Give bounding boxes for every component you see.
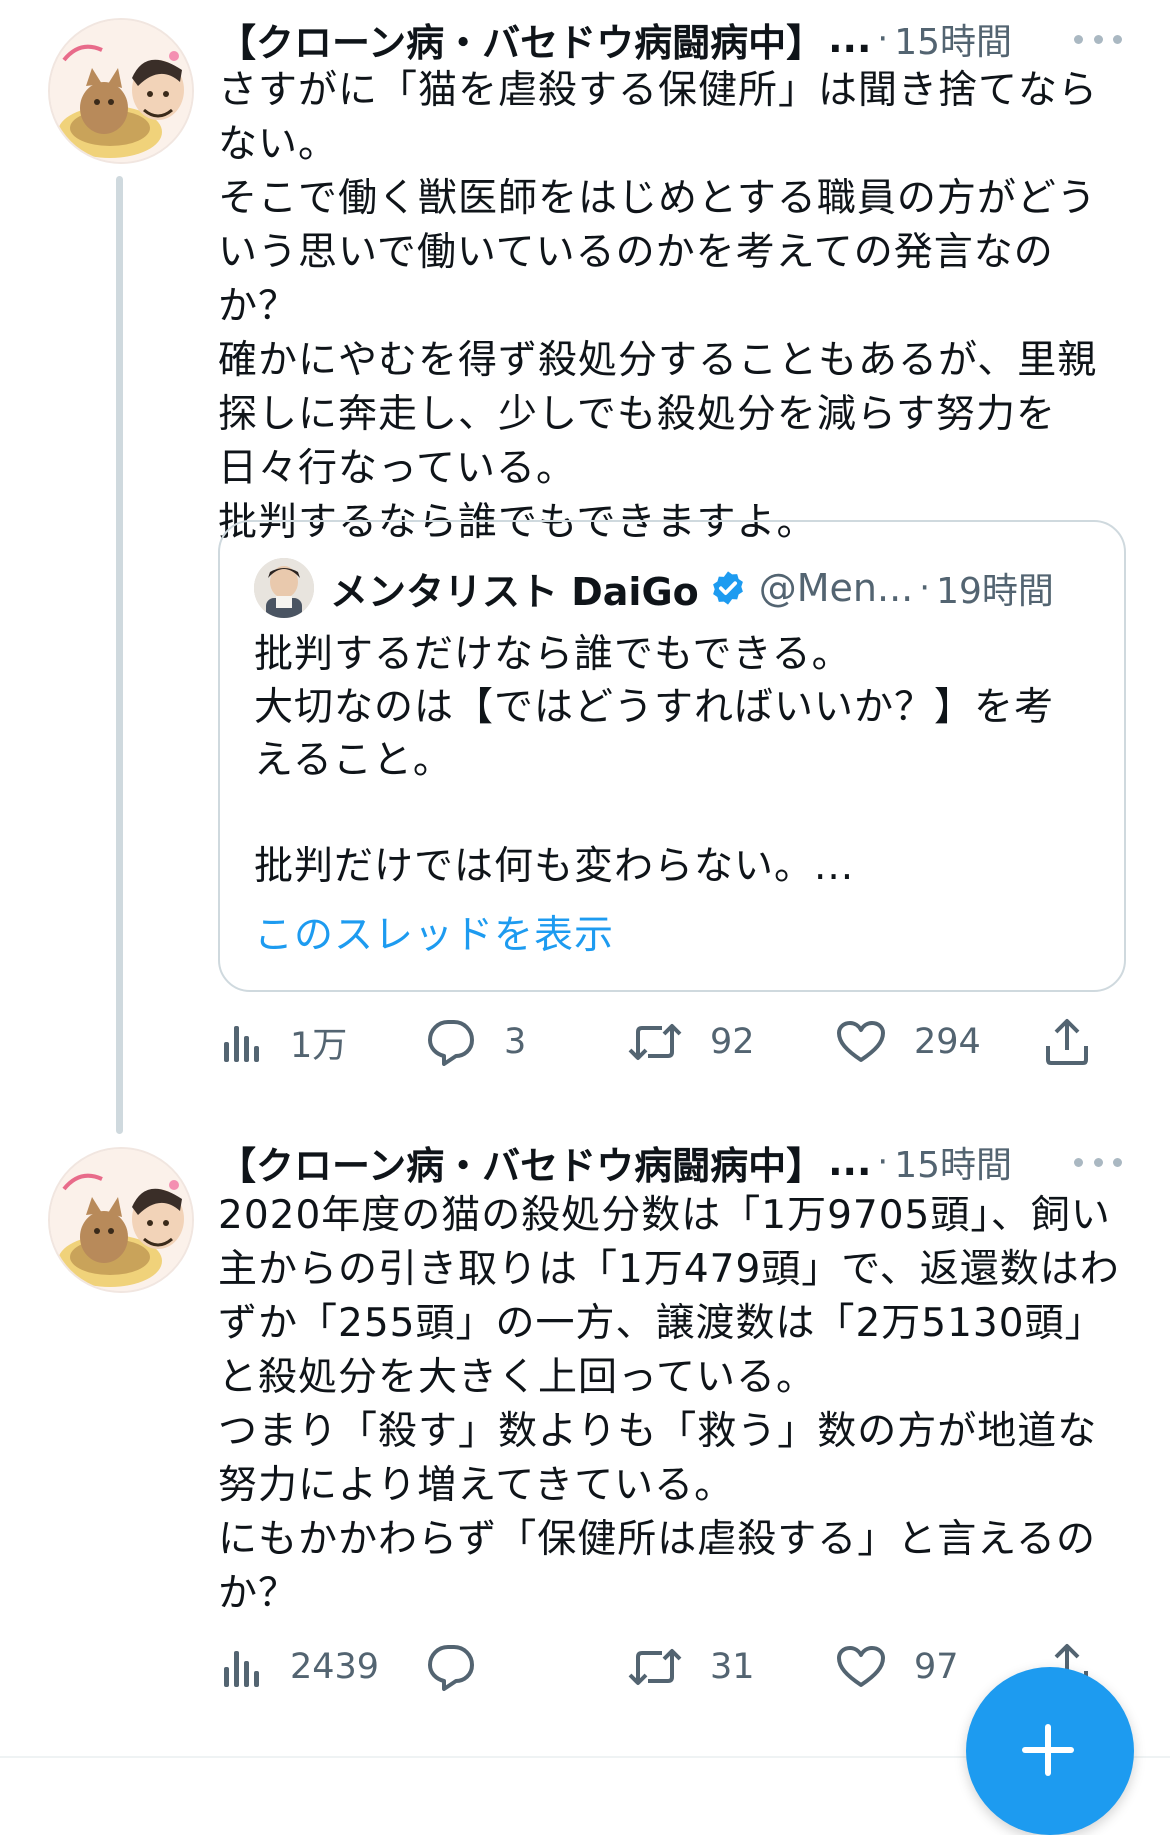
quoted-tweet-timestamp[interactable]: 19時間 [936,562,1054,614]
views-button[interactable]: 1万 [222,1012,347,1072]
like-icon [836,1645,886,1689]
compose-tweet-button[interactable] [966,1667,1134,1835]
retweet-button[interactable]: 92 [628,1012,755,1072]
share-icon [1044,1018,1090,1066]
like-count: 294 [914,1022,981,1062]
reply-button[interactable] [426,1637,504,1697]
retweet-icon [628,1645,682,1689]
share-button[interactable] [1044,1012,1090,1072]
views-icon [222,1645,262,1689]
name-ellipsis: ... [828,1140,872,1184]
tweet-paragraph: そこで働く獣医師をはじめとする職員の方がどういう思いで働いているのかを考えての発… [218,176,1097,329]
header-separator: · [877,19,889,59]
like-button[interactable]: 294 [836,1012,981,1072]
tweet-paragraph: にもかかわらず「保健所は虐殺する」と言えるのか？ [218,1517,1097,1616]
reply-button[interactable]: 3 [426,1012,526,1072]
views-button[interactable]: 2439 [222,1637,379,1697]
retweet-count: 92 [710,1022,755,1062]
quoted-tweet-text: 批判するだけなら誰でもできる。 大切なのは【ではどうすればいいか？】を考えること… [254,628,1090,893]
tweet-text: さすがに「猫を虐殺する保健所」は聞き捨てならない。 そこで働く獣医師をはじめとす… [218,64,1130,550]
quoted-author-avatar[interactable] [254,558,314,618]
tweet-paragraph: つまり「殺す」数よりも「救う」数の方が地道な努力により増えてきている。 [218,1409,1098,1508]
author-name[interactable]: 【クローン病・バセドウ病闘病中】 [218,12,824,67]
thread-connector-line [116,176,123,1134]
more-options-icon[interactable] [1074,24,1122,54]
retweet-count: 31 [710,1647,755,1687]
quote-paragraph: 大切なのは【ではどうすればいいか？】を考えること。 [254,685,1055,783]
views-count: 2439 [290,1647,380,1687]
retweet-button[interactable]: 31 [628,1637,755,1697]
like-button[interactable]: 97 [836,1637,959,1697]
quoted-avatar-photo [254,558,314,618]
tweet-paragraph: 確かにやむを得ず殺処分することもあるが、里親探しに奔走し、少しでも殺処分を減らす… [218,338,1098,491]
tweet-timestamp[interactable]: 15時間 [894,1136,1012,1188]
like-icon [836,1020,886,1064]
quote-paragraph [254,787,1090,840]
tweet-paragraph: 2020年度の猫の殺処分数は「1万9705頭」、飼い主からの引き取りは「1万47… [218,1193,1120,1400]
header-separator: · [877,1142,889,1182]
quoted-author-name[interactable]: メンタリスト DaiGo [330,561,699,616]
reply-icon [426,1018,476,1066]
tweet-paragraph: さすがに「猫を虐殺する保健所」は聞き捨てならない。 [218,68,1099,167]
quoted-author-handle[interactable]: @Men... [759,566,914,610]
like-count: 97 [914,1647,959,1687]
quote-paragraph: 批判するだけなら誰でもできる。 [254,632,852,677]
author-avatar[interactable] [48,18,194,164]
show-thread-link[interactable]: このスレッドを表示 [254,904,614,960]
quote-paragraph: 批判だけでは何も変わらない。... [254,844,855,889]
verified-badge-icon [709,569,747,607]
quote-header-separator: · [919,568,931,608]
author-name[interactable]: 【クローン病・バセドウ病闘病中】 [218,1135,824,1190]
quoted-tweet-card[interactable]: メンタリスト DaiGo @Men... · 19時間 批判するだけなら誰でもで… [218,520,1126,992]
tweet-actions: 2439 31 97 [218,1637,1122,1697]
retweet-icon [628,1020,682,1064]
tweet-timestamp[interactable]: 15時間 [894,13,1012,65]
tweet-actions: 1万 3 92 294 [218,1012,1122,1072]
views-icon [222,1020,262,1064]
reply-icon [426,1643,476,1691]
name-ellipsis: ... [828,17,872,61]
avatar-illustration [50,20,192,162]
author-avatar[interactable] [48,1147,194,1293]
views-count: 1万 [290,1025,348,1066]
avatar-illustration [50,1149,192,1291]
reply-count: 3 [504,1022,527,1062]
tweet-text: 2020年度の猫の殺処分数は「1万9705頭」、飼い主からの引き取りは「1万47… [218,1189,1130,1621]
more-options-icon[interactable] [1074,1147,1122,1177]
